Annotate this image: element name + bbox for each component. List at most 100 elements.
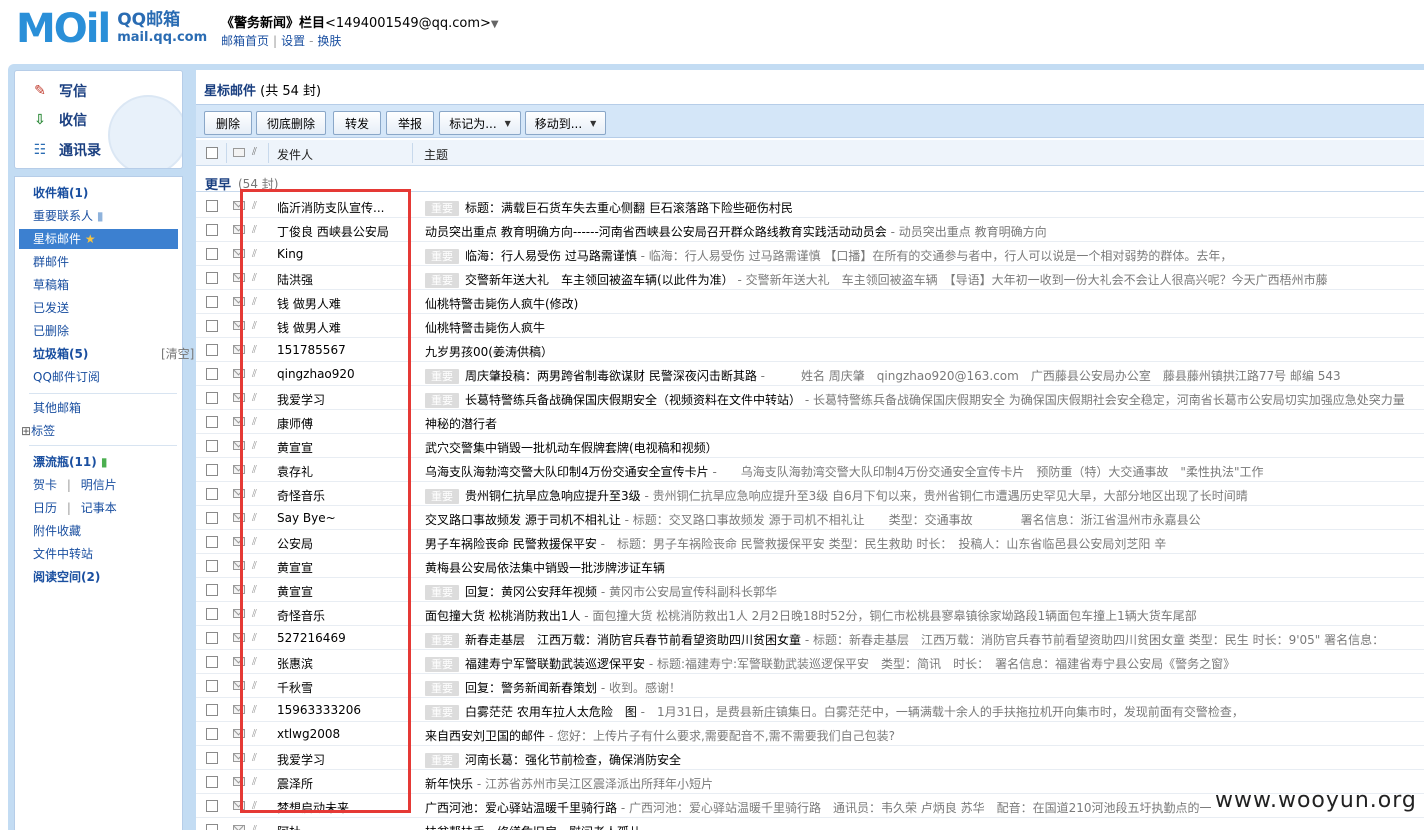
row-checkbox[interactable] bbox=[206, 704, 218, 716]
email-row[interactable]: ⫽ 康师傅 神秘的潜行者 bbox=[196, 410, 1424, 434]
receive-button[interactable]: ⇩ 收信 bbox=[31, 109, 87, 131]
expand-icon[interactable]: ⊞ bbox=[21, 424, 31, 438]
email-subject[interactable]: 仙桃特警击毙伤人疯牛(修改) bbox=[425, 295, 578, 312]
email-row[interactable]: ⫽ King 重要 临海：行人易受伤 过马路需谨慎 - 临海：行人易受伤 过马路需谨慎… bbox=[196, 242, 1424, 266]
email-row[interactable]: ⫽ 奇怪音乐 面包撞大货 松桃消防救出1人 - 面包撞大货 松桃消防救出1人 2月2… bbox=[196, 602, 1424, 626]
email-subject[interactable]: 交叉路口事故频发 源于司机不相礼让 - 标题：交叉路口事故频发 源于司机不相礼让… bbox=[425, 511, 1201, 528]
qq-mail-logo[interactable]: MOil QQ邮箱 mail.qq.com bbox=[16, 8, 207, 50]
email-row[interactable]: ⫽ 我爱学习 重要 长葛特警练兵备战确保国庆假期安全（视频资料在文件中转站） - 长葛… bbox=[196, 386, 1424, 410]
link-skin[interactable]: 换肤 bbox=[317, 34, 341, 48]
row-checkbox[interactable] bbox=[206, 272, 218, 284]
email-row[interactable]: ⫽ 黄宣宣 黄梅县公安局依法集中销毁一批涉牌涉证车辆 bbox=[196, 554, 1424, 578]
email-sender[interactable]: 袁存礼 bbox=[277, 463, 405, 480]
contacts-button[interactable]: ☷ 通讯录 bbox=[31, 139, 101, 161]
email-row[interactable]: ⫽ 公安局 男子车祸险丧命 民警救援保平安 - 标题：男子车祸险丧命 民警救援保平安… bbox=[196, 530, 1424, 554]
email-sender[interactable]: 151785567 bbox=[277, 343, 405, 357]
folder-tags[interactable]: ⊞标签 bbox=[21, 421, 55, 441]
move-to-dropdown[interactable]: 移动到... ▼ bbox=[525, 111, 606, 135]
email-row[interactable]: ⫽ 527216469 重要 新春走基层 江西万载：消防官兵春节前看望资助四川贫困女童… bbox=[196, 626, 1424, 650]
email-row[interactable]: ⫽ qingzhao920 重要 周庆肇投稿：两男跨省制毒欲谋财 民警深夜闪击断其路 … bbox=[196, 362, 1424, 386]
email-subject[interactable]: 重要 长葛特警练兵备战确保国庆假期安全（视频资料在文件中转站） - 长葛特警练兵备… bbox=[425, 391, 1405, 408]
folder-qq-subscribe[interactable]: QQ邮件订阅 bbox=[33, 367, 100, 387]
row-checkbox[interactable] bbox=[206, 680, 218, 692]
folder-inbox[interactable]: 收件箱(1) bbox=[33, 183, 88, 203]
email-sender[interactable]: 丁俊良 西峡县公安局 bbox=[277, 223, 405, 240]
email-sender[interactable]: 临沂消防支队宣传... bbox=[277, 199, 405, 216]
account-info[interactable]: 《警务新闻》栏目<1494001549@qq.com>▼ bbox=[221, 12, 499, 31]
email-sender[interactable]: 康师傅 bbox=[277, 415, 405, 432]
group-header-earlier[interactable]: 更早 (54 封) bbox=[196, 170, 1424, 193]
folder-sent[interactable]: 已发送 bbox=[33, 298, 69, 318]
paperclip-icon[interactable]: ⫽ bbox=[252, 145, 257, 159]
email-sender[interactable]: 黄宣宣 bbox=[277, 559, 405, 576]
row-checkbox[interactable] bbox=[206, 392, 218, 404]
mark-as-dropdown[interactable]: 标记为... ▼ bbox=[439, 111, 521, 135]
email-subject[interactable]: 新年快乐 - 江苏省苏州市吴江区震泽派出所拜年小短片 bbox=[425, 775, 713, 792]
email-subject[interactable]: 九岁男孩00(姜涛供稿） bbox=[425, 343, 553, 360]
email-subject[interactable]: 男子车祸险丧命 民警救援保平安 - 标题：男子车祸险丧命 民警救援保平安 类型：… bbox=[425, 535, 1166, 552]
email-row[interactable]: ⫽ 黄宣宣 重要 回复：黄冈公安拜年视频 - 黄冈市公安局宣传科副科长郭华 bbox=[196, 578, 1424, 602]
email-row[interactable]: ⫽ 阿杜 扶贫帮扶手 修缮危旧房 慰问老人孤儿 bbox=[196, 818, 1424, 830]
folder-other-mail[interactable]: 其他邮箱 bbox=[33, 398, 81, 418]
email-sender[interactable]: 奇怪音乐 bbox=[277, 487, 405, 504]
email-sender[interactable]: 陆洪强 bbox=[277, 271, 405, 288]
chevron-down-icon[interactable]: ▼ bbox=[491, 19, 499, 30]
link-notes[interactable]: 记事本 bbox=[81, 501, 117, 515]
email-sender[interactable]: 黄宣宣 bbox=[277, 583, 405, 600]
folder-vip[interactable]: 重要联系人 ▮ bbox=[33, 206, 103, 226]
row-checkbox[interactable] bbox=[206, 632, 218, 644]
compose-button[interactable]: ✎ 写信 bbox=[31, 80, 87, 102]
row-checkbox[interactable] bbox=[206, 656, 218, 668]
delete-permanent-button[interactable]: 彻底删除 bbox=[256, 111, 326, 135]
email-row[interactable]: ⫽ 张惠滨 重要 福建寿宁军警联勤武装巡逻保平安 - 标题:福建寿宁:军警联勤武装巡逻… bbox=[196, 650, 1424, 674]
spam-clear-link[interactable]: [清空] bbox=[161, 344, 194, 364]
email-subject[interactable]: 重要 标题：满载巨石货车失去重心侧翻 巨石滚落路下险些砸伤村民 bbox=[425, 199, 793, 216]
folder-spam[interactable]: 垃圾箱(5) [清空] bbox=[33, 344, 194, 364]
row-checkbox[interactable] bbox=[206, 224, 218, 236]
row-checkbox[interactable] bbox=[206, 296, 218, 308]
row-checkbox[interactable] bbox=[206, 440, 218, 452]
email-sender[interactable]: 梦想启动未来 bbox=[277, 799, 405, 816]
email-sender[interactable]: 奇怪音乐 bbox=[277, 607, 405, 624]
email-row[interactable]: ⫽ 临沂消防支队宣传... 重要 标题：满载巨石货车失去重心侧翻 巨石滚落路下险些砸伤… bbox=[196, 194, 1424, 218]
email-sender[interactable]: 公安局 bbox=[277, 535, 405, 552]
email-sender[interactable]: 千秋雪 bbox=[277, 679, 405, 696]
email-row[interactable]: ⫽ xtlwg2008 来自西安刘卫国的邮件 - 您好：上传片子有什么要求,需要配音… bbox=[196, 722, 1424, 746]
email-sender[interactable]: 张惠滨 bbox=[277, 655, 405, 672]
email-row[interactable]: ⫽ 黄宣宣 武穴交警集中销毁一批机动车假牌套牌(电视稿和视频） bbox=[196, 434, 1424, 458]
row-checkbox[interactable] bbox=[206, 608, 218, 620]
row-checkbox[interactable] bbox=[206, 488, 218, 500]
email-subject[interactable]: 重要 周庆肇投稿：两男跨省制毒欲谋财 民警深夜闪击断其路 - 姓名 周庆肇 qin… bbox=[425, 367, 1341, 384]
row-checkbox[interactable] bbox=[206, 560, 218, 572]
email-sender[interactable]: 震泽所 bbox=[277, 775, 405, 792]
email-row[interactable]: ⫽ 15963333206 重要 白雾茫茫 农用车拉人太危险 图 - 1月31日，是费… bbox=[196, 698, 1424, 722]
email-row[interactable]: ⫽ 袁存礼 乌海支队海勃湾交警大队印制4万份交通安全宣传卡片 - 乌海支队海勃湾交警… bbox=[196, 458, 1424, 482]
report-button[interactable]: 举报 bbox=[386, 111, 434, 135]
row-checkbox[interactable] bbox=[206, 824, 218, 830]
link-postcards[interactable]: 明信片 bbox=[81, 478, 117, 492]
link-cards[interactable]: 贺卡 bbox=[33, 478, 57, 492]
folder-group[interactable]: 群邮件 bbox=[33, 252, 69, 272]
folder-bottle[interactable]: 漂流瓶(11) ▮ bbox=[33, 452, 107, 472]
select-all-checkbox[interactable] bbox=[206, 147, 218, 159]
link-file-transfer[interactable]: 文件中转站 bbox=[33, 544, 93, 564]
email-subject[interactable]: 黄梅县公安局依法集中销毁一批涉牌涉证车辆 bbox=[425, 559, 665, 576]
email-sender[interactable]: 527216469 bbox=[277, 631, 405, 645]
link-mail-home[interactable]: 邮箱首页 bbox=[221, 34, 269, 48]
email-subject[interactable]: 广西河池：爱心驿站温暖千里骑行路 - 广西河池：爱心驿站温暖千里骑行路 通讯员：… bbox=[425, 799, 1212, 816]
row-checkbox[interactable] bbox=[206, 752, 218, 764]
email-subject[interactable]: 重要 回复：黄冈公安拜年视频 - 黄冈市公安局宣传科副科长郭华 bbox=[425, 583, 777, 600]
email-subject[interactable]: 来自西安刘卫国的邮件 - 您好：上传片子有什么要求,需要配音不,需不需要我们自己… bbox=[425, 727, 895, 744]
email-row[interactable]: ⫽ 钱 做男人难 仙桃特警击毙伤人疯牛(修改) bbox=[196, 290, 1424, 314]
row-checkbox[interactable] bbox=[206, 416, 218, 428]
row-checkbox[interactable] bbox=[206, 512, 218, 524]
email-row[interactable]: ⫽ 151785567 九岁男孩00(姜涛供稿） bbox=[196, 338, 1424, 362]
email-row[interactable]: ⫽ 钱 做男人难 仙桃特警击毙伤人疯牛 bbox=[196, 314, 1424, 338]
row-checkbox[interactable] bbox=[206, 536, 218, 548]
row-checkbox[interactable] bbox=[206, 320, 218, 332]
email-sender[interactable]: Say Bye~ bbox=[277, 511, 405, 525]
email-subject[interactable]: 乌海支队海勃湾交警大队印制4万份交通安全宣传卡片 - 乌海支队海勃湾交警大队印制… bbox=[425, 463, 1263, 480]
row-checkbox[interactable] bbox=[206, 200, 218, 212]
row-checkbox[interactable] bbox=[206, 584, 218, 596]
row-checkbox[interactable] bbox=[206, 776, 218, 788]
